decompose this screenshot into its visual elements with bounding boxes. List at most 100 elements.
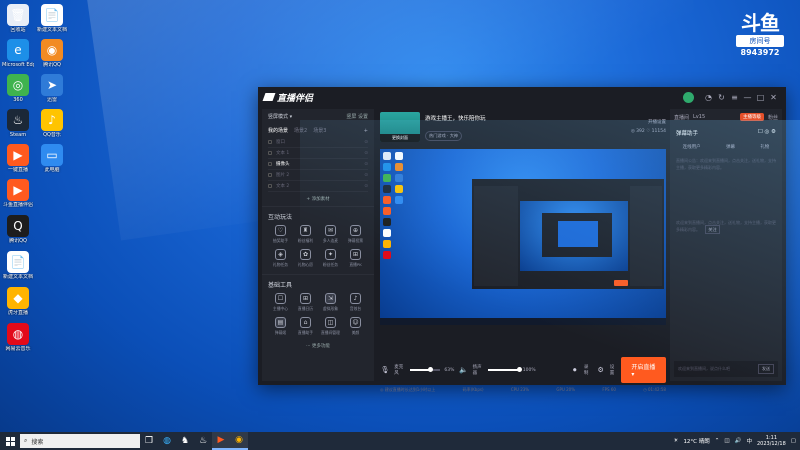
stream-title[interactable]: 游戏主播王，快乐陪你玩 <box>425 114 486 122</box>
tab-danmu[interactable]: 弹幕 <box>726 144 735 150</box>
tool-button[interactable]: ♡ 抽奖助手 <box>268 225 293 244</box>
source-settings-icon[interactable]: ⊙ <box>364 140 368 145</box>
desktop-icon[interactable]: eMicrosoft Edge <box>2 37 34 68</box>
tab-connected-users[interactable]: 连线用户 <box>683 144 701 150</box>
tool-button[interactable]: ☐ 主播中心 <box>268 293 293 312</box>
mode-dropdown[interactable]: 竖屏模式 ▾ <box>268 113 292 120</box>
desktop-icon[interactable]: ◆ 虎牙直播 <box>2 285 34 317</box>
source-settings-icon[interactable]: ⊙ <box>364 173 368 178</box>
maximize-icon[interactable]: □ <box>754 93 767 102</box>
desktop-icon[interactable]: ♨ Steam <box>2 107 34 138</box>
tool-button[interactable]: ⊞ 直播PK <box>343 249 368 268</box>
mic-volume-slider[interactable] <box>409 367 441 372</box>
ime-icon[interactable]: 中 <box>746 437 752 445</box>
microphone-icon[interactable]: 🎙 <box>380 366 390 374</box>
weather-text[interactable]: 12°C 晴朗 <box>683 437 709 445</box>
record-icon[interactable]: ⏺ <box>570 366 580 375</box>
source-item[interactable]: 摄像头 ⊙ <box>268 159 368 170</box>
volume-icon[interactable]: 🔊 <box>735 438 742 444</box>
desktop-icon[interactable]: ◉ 腾讯QQ <box>36 37 68 68</box>
settings-link[interactable]: 设置 <box>358 114 368 120</box>
notification-icon[interactable]: ▢ <box>791 438 796 444</box>
desktop-icon[interactable]: ▭ 此电脑 <box>36 142 68 173</box>
send-button[interactable]: 发送 <box>758 364 774 374</box>
visibility-icon[interactable] <box>268 162 272 166</box>
source-settings-icon[interactable]: ⊙ <box>364 184 368 189</box>
close-icon[interactable]: ✕ <box>767 93 780 102</box>
panel-tool-icons[interactable]: ☐ ◎ ⚙ <box>758 129 776 137</box>
tab-scene-3[interactable]: 场景3 <box>313 127 326 134</box>
chat-input[interactable]: 欢迎来到直播间，说点什么吧 发送 <box>674 361 778 377</box>
tool-button[interactable]: ⊕ 弹幕投票 <box>343 225 368 244</box>
source-settings-icon[interactable]: ⊙ <box>364 151 368 156</box>
game-icon[interactable]: ♞ <box>176 432 194 450</box>
headset-icon[interactable]: ◔ <box>702 93 715 102</box>
desktop-icon[interactable]: Q 腾讯QQ <box>2 213 34 245</box>
settings-icon[interactable]: ⚙ <box>596 366 606 374</box>
speaker-icon[interactable]: 🔈 <box>458 366 468 374</box>
speaker-volume-slider[interactable] <box>488 367 522 372</box>
minimize-icon[interactable]: — <box>741 93 754 102</box>
tool-button[interactable]: ✉ 多人连麦 <box>318 225 343 244</box>
follow-button[interactable]: 关注 <box>705 225 720 234</box>
desktop-icon[interactable]: ◍ 网易云音乐 <box>2 321 34 352</box>
source-item[interactable]: 文本 1 ⊙ <box>268 148 368 159</box>
tool-button[interactable]: ♪ 音效台 <box>343 293 368 312</box>
desktop-icon[interactable]: ▶ 一键直播 <box>2 142 34 173</box>
category-pill[interactable]: 热门游戏 · 大神 <box>425 130 463 141</box>
tool-button[interactable]: ☺ 美颜 <box>343 317 368 336</box>
tray-expand-icon[interactable]: ⌃ <box>715 438 720 444</box>
desktop-icon[interactable]: ♪ QQ音乐 <box>36 107 68 138</box>
source-item[interactable]: 文本 2 ⊙ <box>268 181 368 192</box>
broadcast-settings-link[interactable]: 开播设置 <box>631 118 666 127</box>
taskview-icon[interactable]: ❐ <box>140 432 158 450</box>
tool-button[interactable]: ✦ 粉丝任务 <box>318 249 343 268</box>
weather-icon[interactable]: ☀ <box>674 438 679 444</box>
watermark-sub: 房间号 <box>736 35 784 47</box>
desktop-icon[interactable]: ▶ 斗鱼直播伴侣 <box>2 177 34 209</box>
tool-button[interactable]: ⌂ 直播助手 <box>293 317 318 336</box>
tab-gifts[interactable]: 礼物 <box>760 144 769 150</box>
tool-button[interactable]: ⇲ 虚拟形象 <box>318 293 343 312</box>
tool-button[interactable]: ◈ 礼物任务 <box>268 249 293 268</box>
source-item[interactable]: 窗口 ⊙ <box>268 137 368 148</box>
add-scene-icon[interactable]: + <box>364 128 368 134</box>
visibility-icon[interactable] <box>268 151 272 155</box>
tool-button[interactable]: ♜ 粉丝福利 <box>293 225 318 244</box>
tool-button[interactable]: ⊞ 直播日历 <box>293 293 318 312</box>
anchor-level-badge[interactable]: 主播等级 <box>739 113 764 121</box>
add-source-button[interactable]: + 添加素材 <box>262 196 374 202</box>
clock[interactable]: 1:11 2023/12/18 <box>757 435 786 447</box>
steam-icon[interactable]: ♨ <box>194 432 212 450</box>
stream-preview[interactable] <box>380 149 666 325</box>
user-avatar[interactable] <box>683 91 694 103</box>
taskbar-search[interactable]: ⌕ 搜索 <box>20 434 140 448</box>
tool-button[interactable]: ▤ 弹幕姬 <box>268 317 293 336</box>
visibility-icon[interactable] <box>268 184 272 188</box>
visibility-icon[interactable] <box>268 173 272 177</box>
stream-cover[interactable]: 更换封面 <box>380 112 420 142</box>
edge-icon[interactable]: ◍ <box>158 432 176 450</box>
menu-icon[interactable]: ≡ <box>728 93 741 102</box>
network-icon[interactable]: ◫ <box>724 438 729 444</box>
fans-label[interactable]: 粉丝 <box>768 114 778 121</box>
desktop-icon[interactable]: 📄 新建文本文档 <box>2 249 34 281</box>
desktop-icon[interactable]: ➤ 迅雷 <box>36 72 68 103</box>
more-functions-button[interactable]: ··· 更多功能 <box>262 343 374 349</box>
visibility-icon[interactable] <box>268 140 272 144</box>
desktop-icon[interactable]: ◎ 360 <box>2 72 34 103</box>
portrait-link[interactable]: 竖屏 <box>346 114 356 120</box>
desktop-icon[interactable]: 📄 新建文本文档 <box>36 2 68 33</box>
desktop-icon[interactable]: 🗑 回收站 <box>2 2 34 33</box>
refresh-icon[interactable]: ↻ <box>715 93 728 102</box>
tab-my-scene[interactable]: 我的场景 <box>268 127 288 134</box>
tool-button[interactable]: ✿ 礼物心愿 <box>293 249 318 268</box>
go-live-button[interactable]: 开启直播 ▾ <box>621 357 667 383</box>
browser-taskbar-icon[interactable]: ◉ <box>230 432 248 450</box>
tab-scene-2[interactable]: 场景2 <box>294 127 307 134</box>
source-settings-icon[interactable]: ⊙ <box>364 162 368 167</box>
source-item[interactable]: 图片 2 ⊙ <box>268 170 368 181</box>
streaming-app-taskbar-icon[interactable]: ▶ <box>212 432 230 450</box>
start-button[interactable] <box>0 432 20 450</box>
tool-button[interactable]: ◫ 直播间管理 <box>318 317 343 336</box>
